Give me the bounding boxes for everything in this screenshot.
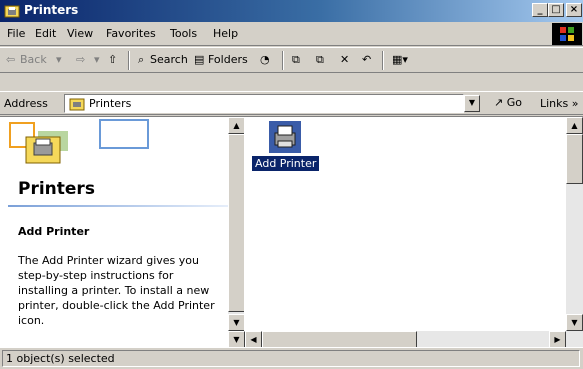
toolbar-separator	[282, 51, 284, 70]
windows-logo	[552, 23, 582, 45]
search-button[interactable]: Search	[150, 53, 188, 66]
chevron-down-icon[interactable]: ▾	[94, 53, 100, 66]
go-label: Go	[506, 96, 522, 109]
pane-divider	[8, 205, 228, 207]
address-bar: Address Printers ▼ ↗ Go Links »	[0, 91, 583, 115]
toolbar-separator	[128, 51, 130, 70]
back-arrow-icon[interactable]: ⇦	[6, 53, 15, 66]
move-to-icon[interactable]: ⧉	[292, 53, 300, 67]
horizontal-scrollbar[interactable]: ▼ ◀ ▶	[228, 331, 583, 348]
standard-toolbar: ⇦ Back ▾ ⇨ ▾ ⇧ ⌕ Search ▤ Folders ◔ ⧉ ⧉ …	[0, 47, 583, 73]
links-button[interactable]: Links »	[540, 97, 579, 110]
history-icon[interactable]: ◔	[260, 53, 270, 66]
left-vertical-scrollbar[interactable]: ▲ ▼	[228, 117, 244, 331]
menu-bar: File Edit View Favorites Tools Help	[0, 22, 583, 46]
go-arrow-icon: ↗	[494, 96, 504, 109]
explorer-window: Printers _ □ × File Edit View Favorites …	[0, 0, 583, 369]
status-field: 1 object(s) selected	[2, 350, 580, 367]
title-bar[interactable]: Printers _ □ ×	[0, 0, 583, 22]
pane-description: The Add Printer wizard gives you step-by…	[18, 254, 215, 327]
menu-help[interactable]: Help	[213, 27, 238, 40]
add-printer-item[interactable]: Add Printer	[252, 121, 322, 181]
undo-icon[interactable]: ↶	[362, 53, 371, 66]
links-label: Links	[540, 97, 569, 110]
close-button[interactable]: ×	[566, 3, 582, 17]
address-label: Address	[4, 97, 48, 110]
right-vertical-scrollbar[interactable]: ▲ ▼	[566, 117, 583, 331]
add-printer-icon	[269, 121, 301, 153]
up-folder-icon[interactable]: ⇧	[108, 53, 117, 66]
back-button[interactable]: Back	[20, 53, 47, 66]
menu-edit[interactable]: Edit	[35, 27, 56, 40]
printer-folder-icon	[4, 5, 20, 18]
scroll-down-button[interactable]: ▼	[228, 331, 245, 348]
address-dropdown-button[interactable]: ▼	[464, 95, 480, 112]
horizontal-scroll-thumb[interactable]	[262, 331, 417, 348]
copy-to-icon[interactable]: ⧉	[316, 53, 324, 67]
toolbar-separator	[382, 51, 384, 70]
address-value: Printers	[89, 97, 132, 110]
search-icon[interactable]: ⌕	[138, 53, 144, 67]
scroll-thumb[interactable]	[228, 134, 244, 312]
go-button[interactable]: ↗ Go	[494, 96, 522, 109]
web-view-pane: Printers Add Printer The Add Printer wiz…	[0, 117, 244, 348]
folders-icon[interactable]: ▤	[194, 53, 204, 66]
menu-view[interactable]: View	[67, 27, 93, 40]
chevron-down-icon[interactable]: ▾	[56, 53, 62, 66]
menu-file[interactable]: File	[7, 27, 25, 40]
minimize-button[interactable]: _	[532, 3, 548, 17]
main-area: Printers Add Printer The Add Printer wiz…	[0, 116, 583, 348]
scroll-down-button[interactable]: ▼	[566, 314, 583, 331]
scroll-up-button[interactable]: ▲	[566, 117, 583, 134]
status-bar: 1 object(s) selected	[0, 347, 583, 369]
views-icon[interactable]: ▦▾	[392, 53, 408, 66]
forward-arrow-icon[interactable]: ⇨	[76, 53, 85, 66]
scroll-up-button[interactable]: ▲	[228, 117, 244, 134]
address-field[interactable]: Printers	[64, 94, 464, 113]
menu-tools[interactable]: Tools	[170, 27, 197, 40]
delete-icon[interactable]: ✕	[340, 53, 349, 66]
file-list-pane[interactable]: Add Printer ▲ ▼	[244, 117, 583, 348]
maximize-button[interactable]: □	[548, 3, 564, 17]
scroll-left-button[interactable]: ◀	[245, 331, 262, 348]
menu-favorites[interactable]: Favorites	[106, 27, 156, 40]
pane-title: Printers	[18, 179, 95, 199]
windows-flag-icon	[560, 27, 574, 41]
pane-subtitle: Add Printer	[18, 225, 90, 238]
toolbar-band	[0, 74, 583, 91]
window-title: Printers	[24, 3, 79, 17]
folders-button[interactable]: Folders	[208, 53, 248, 66]
scroll-thumb[interactable]	[566, 134, 583, 184]
scroll-down-button[interactable]: ▼	[228, 314, 244, 331]
status-text: 1 object(s) selected	[6, 352, 115, 365]
add-printer-label: Add Printer	[252, 156, 320, 171]
scroll-right-button[interactable]: ▶	[549, 331, 566, 348]
printer-folder-icon	[69, 98, 85, 111]
